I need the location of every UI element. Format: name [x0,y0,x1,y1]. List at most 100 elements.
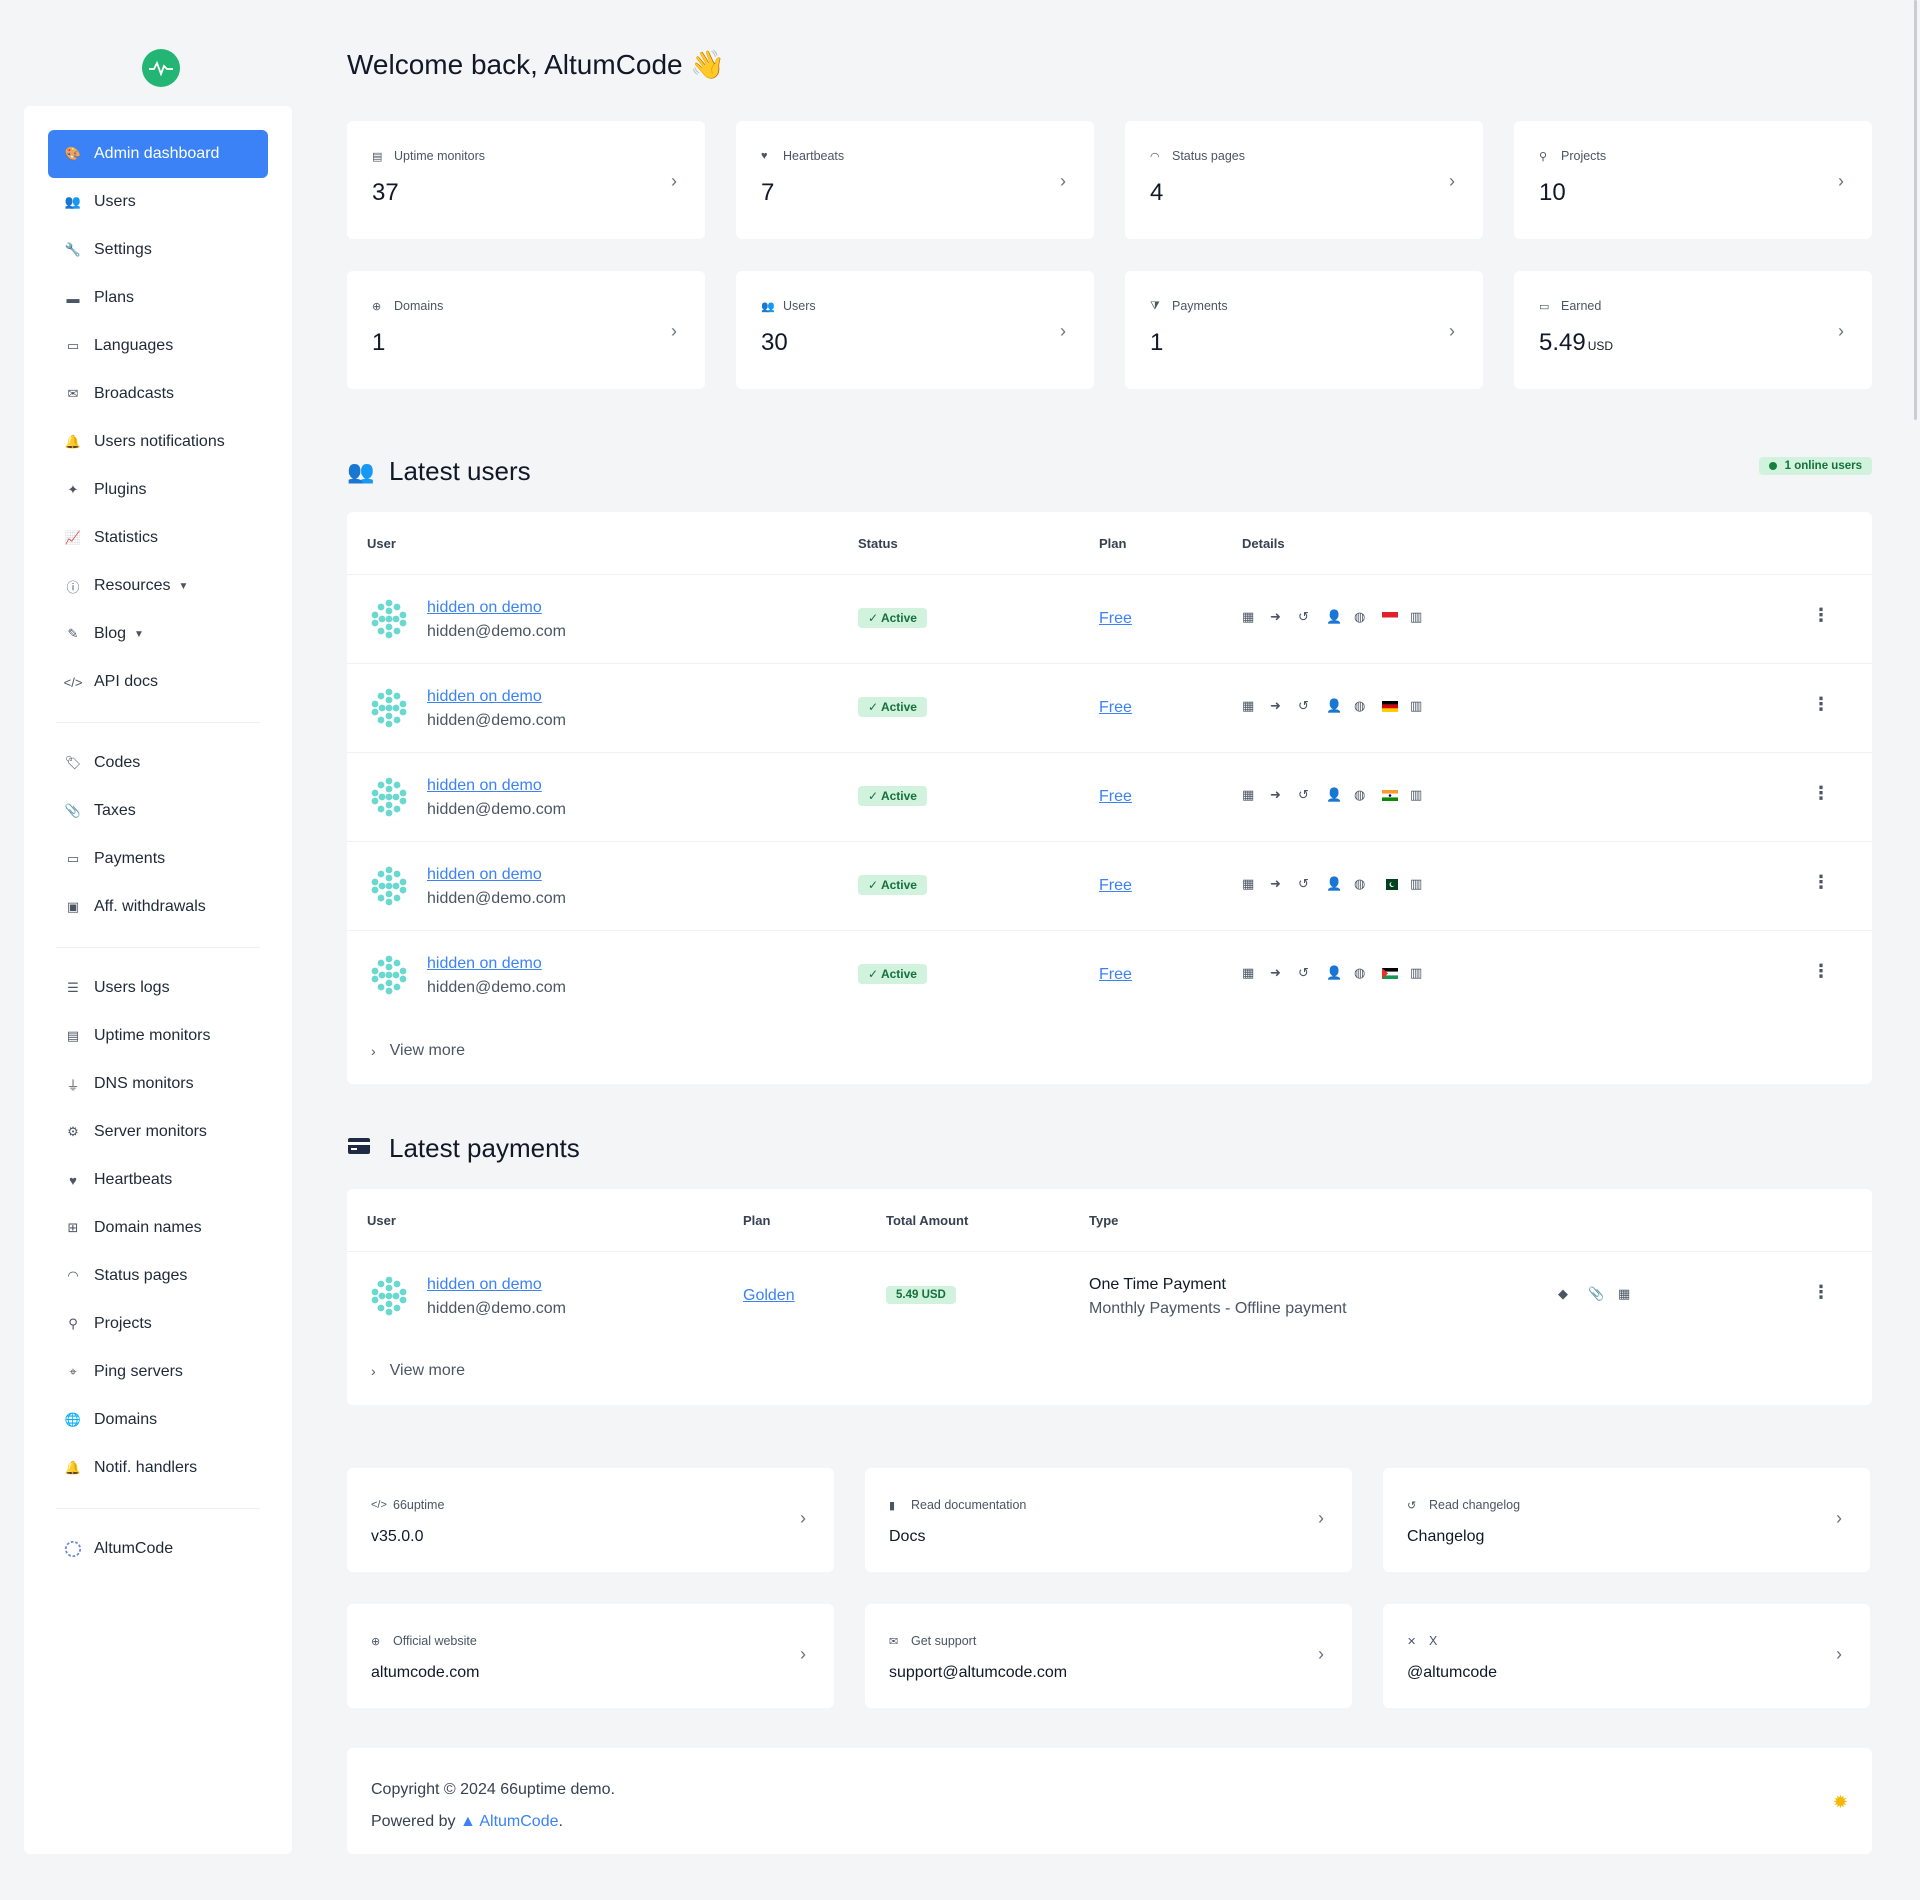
row-options-icon[interactable]: ⋮ [1812,872,1830,893]
city-icon[interactable]: ▥ [1410,787,1438,803]
calendar-icon[interactable]: ▦ [1242,787,1270,803]
sidebar-item-api-docs[interactable]: </> API docs [48,658,268,706]
globe-icon[interactable]: ◍ [1354,698,1382,714]
stat-card-heartbeats[interactable]: ♥ Heartbeats 7 › [736,121,1094,239]
tag-icon[interactable]: ◆ [1558,1286,1588,1302]
row-options-icon[interactable]: ⋮ [1812,1282,1830,1303]
sidebar-item-blog[interactable]: ✎ Blog ▼ [48,610,268,658]
globe-icon[interactable]: ◍ [1354,609,1382,625]
sidebar-item-users-notifications[interactable]: 🔔 Users notifications [48,418,268,466]
stat-card-uptime-monitors[interactable]: ▤ Uptime monitors 37 › [347,121,705,239]
history-icon[interactable]: ↺ [1298,698,1326,714]
sidebar-item-languages[interactable]: ▭ Languages [48,322,268,370]
info-card-read-documentation[interactable]: ▮ Read documentation Docs › [865,1468,1352,1572]
user-clock-icon[interactable]: 👤 [1326,609,1354,625]
view-more-users-link[interactable]: › View more [371,1042,465,1060]
city-icon[interactable]: ▥ [1410,965,1438,981]
sidebar-item-domain-names[interactable]: ⊞ Domain names [48,1204,268,1252]
sidebar-item-statistics[interactable]: 📈 Statistics [48,514,268,562]
user-name-link[interactable]: hidden on demo [427,866,542,884]
altumcode-link[interactable]: AltumCode [479,1813,558,1830]
app-logo[interactable] [142,49,180,87]
country-flag-icon[interactable] [1382,700,1410,712]
info-card-x[interactable]: ✕ X @altumcode › [1383,1604,1870,1708]
sidebar-item-ping-servers[interactable]: ⌖ Ping servers [48,1348,268,1396]
sign-in-icon[interactable]: ➜ [1270,965,1298,981]
view-more-payments-link[interactable]: › View more [371,1362,465,1380]
plan-link[interactable]: Golden [743,1287,795,1305]
plan-link[interactable]: Free [1099,788,1132,806]
plan-link[interactable]: Free [1099,877,1132,895]
history-icon[interactable]: ↺ [1298,876,1326,892]
user-name-link[interactable]: hidden on demo [427,777,542,795]
sidebar-item-status-pages[interactable]: ◠ Status pages [48,1252,268,1300]
sidebar-account[interactable]: AltumCode [48,1525,268,1573]
sidebar-item-payments[interactable]: ▭ Payments [48,835,268,883]
sidebar-item-admin-dashboard[interactable]: 🎨 Admin dashboard [48,130,268,178]
user-name-link[interactable]: hidden on demo [427,599,542,617]
sidebar-item-projects[interactable]: ⚲ Projects [48,1300,268,1348]
sidebar-item-users[interactable]: 👥 Users [48,178,268,226]
calendar-icon[interactable]: ▦ [1618,1286,1648,1302]
user-name-link[interactable]: hidden on demo [427,1276,542,1294]
sidebar-item-broadcasts[interactable]: ✉ Broadcasts [48,370,268,418]
globe-icon[interactable]: ◍ [1354,787,1382,803]
user-name-link[interactable]: hidden on demo [427,955,542,973]
sign-in-icon[interactable]: ➜ [1270,698,1298,714]
sidebar-item-heartbeats[interactable]: ♥ Heartbeats [48,1156,268,1204]
sidebar-item-resources[interactable]: ⓘ Resources ▼ [48,562,268,610]
stat-card-status-pages[interactable]: ◠ Status pages 4 › [1125,121,1483,239]
row-options-icon[interactable]: ⋮ [1812,961,1830,982]
page-scrollbar[interactable] [1912,0,1920,1900]
stat-card-payments[interactable]: ⧩ Payments 1 › [1125,271,1483,389]
row-options-icon[interactable]: ⋮ [1812,605,1830,626]
info-card-read-changelog[interactable]: ↺ Read changelog Changelog › [1383,1468,1870,1572]
calendar-icon[interactable]: ▦ [1242,876,1270,892]
sidebar-item-notif-handlers[interactable]: 🔔 Notif. handlers [48,1444,268,1492]
sidebar-item-settings[interactable]: 🔧 Settings [48,226,268,274]
stat-card-projects[interactable]: ⚲ Projects 10 › [1514,121,1872,239]
city-icon[interactable]: ▥ [1410,876,1438,892]
stat-card-earned[interactable]: ▭ Earned 5.49 USD › [1514,271,1872,389]
sidebar-item-uptime-monitors[interactable]: ▤ Uptime monitors [48,1012,268,1060]
sidebar-item-server-monitors[interactable]: ⚙ Server monitors [48,1108,268,1156]
info-card-get-support[interactable]: ✉ Get support support@altumcode.com › [865,1604,1352,1708]
sidebar-item-aff-withdrawals[interactable]: ▣ Aff. withdrawals [48,883,268,931]
country-flag-icon[interactable] [1382,611,1410,623]
info-card-66uptime[interactable]: </> 66uptime v35.0.0 › [347,1468,834,1572]
sidebar-item-plugins[interactable]: ✦ Plugins [48,466,268,514]
stat-card-domains[interactable]: ⊕ Domains 1 › [347,271,705,389]
country-flag-icon[interactable] [1382,789,1410,801]
info-card-official-website[interactable]: ⊕ Official website altumcode.com › [347,1604,834,1708]
stat-card-users[interactable]: 👥 Users 30 › [736,271,1094,389]
user-clock-icon[interactable]: 👤 [1326,787,1354,803]
sign-in-icon[interactable]: ➜ [1270,876,1298,892]
plan-link[interactable]: Free [1099,699,1132,717]
user-clock-icon[interactable]: 👤 [1326,965,1354,981]
calendar-icon[interactable]: ▦ [1242,609,1270,625]
sidebar-item-taxes[interactable]: 📎 Taxes [48,787,268,835]
history-icon[interactable]: ↺ [1298,965,1326,981]
city-icon[interactable]: ▥ [1410,698,1438,714]
sidebar-item-domains[interactable]: 🌐 Domains [48,1396,268,1444]
plan-link[interactable]: Free [1099,966,1132,984]
sidebar-item-codes[interactable]: 🏷 Codes [48,739,268,787]
globe-icon[interactable]: ◍ [1354,876,1382,892]
row-options-icon[interactable]: ⋮ [1812,694,1830,715]
user-clock-icon[interactable]: 👤 [1326,698,1354,714]
user-clock-icon[interactable]: 👤 [1326,876,1354,892]
sidebar-item-users-logs[interactable]: ☰ Users logs [48,964,268,1012]
sidebar-item-dns-monitors[interactable]: ⏚ DNS monitors [48,1060,268,1108]
row-options-icon[interactable]: ⋮ [1812,783,1830,804]
calendar-icon[interactable]: ▦ [1242,965,1270,981]
history-icon[interactable]: ↺ [1298,609,1326,625]
calendar-icon[interactable]: ▦ [1242,698,1270,714]
sign-in-icon[interactable]: ➜ [1270,787,1298,803]
country-flag-icon[interactable] [1382,878,1410,890]
scrollbar-thumb[interactable] [1914,0,1917,420]
user-name-link[interactable]: hidden on demo [427,688,542,706]
country-flag-icon[interactable] [1382,967,1410,979]
plan-link[interactable]: Free [1099,610,1132,628]
sign-in-icon[interactable]: ➜ [1270,609,1298,625]
history-icon[interactable]: ↺ [1298,787,1326,803]
